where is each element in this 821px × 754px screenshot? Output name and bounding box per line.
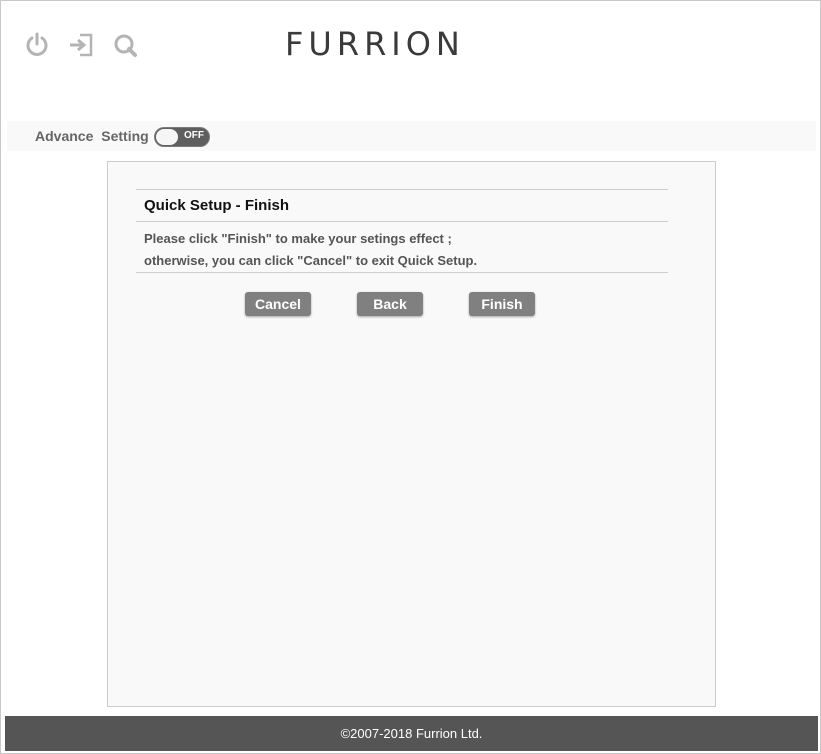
top-toolbar bbox=[23, 31, 139, 59]
toggle-state-label: OFF bbox=[184, 130, 204, 141]
back-button[interactable]: Back bbox=[357, 292, 423, 316]
section-title: Quick Setup - Finish bbox=[144, 197, 290, 214]
footer: ©2007-2018 Furrion Ltd. bbox=[5, 716, 818, 751]
section-header: Quick Setup - Finish bbox=[136, 189, 668, 222]
message-line-2: otherwise, you can click "Cancel" to exi… bbox=[144, 253, 478, 268]
message-line-1: Please click "Finish" to make your setin… bbox=[144, 231, 452, 246]
logout-icon[interactable] bbox=[67, 31, 95, 59]
advance-setting-toggle[interactable]: OFF bbox=[154, 127, 210, 147]
logo-text: FURRION bbox=[285, 25, 465, 63]
furrion-logo: FURRION bbox=[285, 27, 521, 61]
router-admin-window: FURRION Advance Setting OFF Quick Setup … bbox=[0, 0, 821, 754]
quick-setup-panel: Quick Setup - Finish Please click "Finis… bbox=[107, 161, 716, 707]
search-icon[interactable] bbox=[111, 31, 139, 59]
advance-setting-bar: Advance Setting OFF bbox=[7, 121, 816, 151]
copyright-text: ©2007-2018 Furrion Ltd. bbox=[340, 726, 483, 741]
finish-message: Please click "Finish" to make your setin… bbox=[144, 228, 477, 272]
finish-button[interactable]: Finish bbox=[469, 292, 535, 316]
power-icon[interactable] bbox=[23, 31, 51, 59]
cancel-button[interactable]: Cancel bbox=[245, 292, 311, 316]
divider bbox=[136, 272, 668, 273]
advance-setting-label: Advance Setting bbox=[35, 128, 149, 144]
toggle-knob bbox=[156, 129, 178, 145]
